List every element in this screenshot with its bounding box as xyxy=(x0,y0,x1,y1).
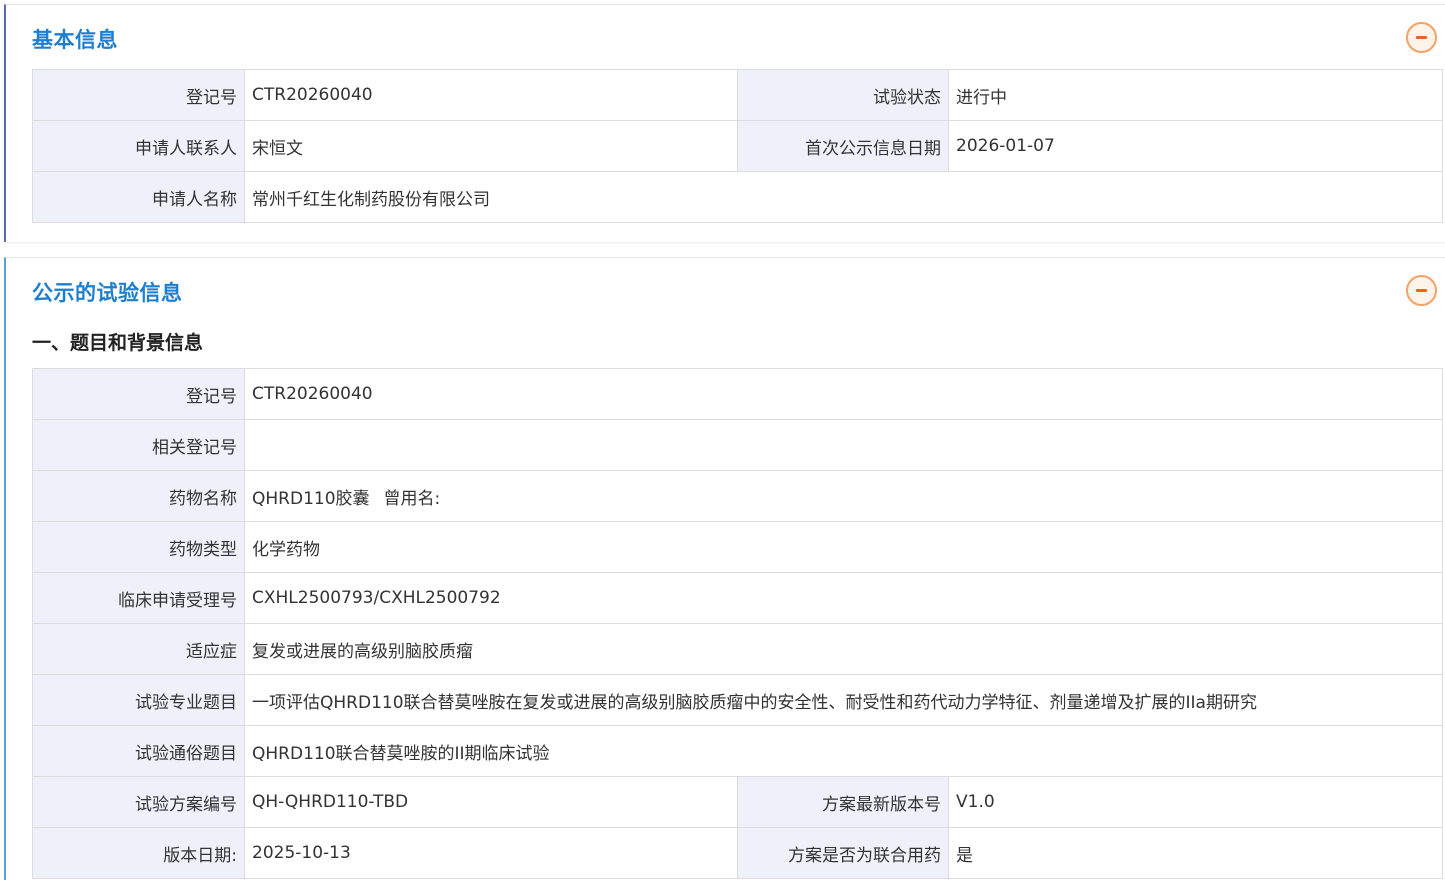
contact-label: 申请人联系人 xyxy=(32,120,245,172)
pro-title-value: 一项评估QHRD110联合替莫唑胺在复发或进展的高级别脑胶质瘤中的安全性、耐受性… xyxy=(243,674,1444,726)
accept-no-value: CXHL2500793/CXHL2500792 xyxy=(243,572,1444,624)
basic-info-collapse-button[interactable] xyxy=(1406,22,1437,53)
former-name-label: 曾用名: xyxy=(383,488,441,509)
table-row: 申请人名称 常州千红生化制药股份有限公司 xyxy=(32,171,1443,223)
pop-title-value: QHRD110联合替莫唑胺的II期临床试验 xyxy=(243,725,1444,777)
table-row: 试验方案编号 QH-QHRD110-TBD 方案最新版本号 V1.0 xyxy=(32,776,1444,828)
public-trial-info-title: 公示的试验信息 xyxy=(32,281,183,305)
first-pub-label: 首次公示信息日期 xyxy=(737,120,949,172)
minus-circle-icon xyxy=(1416,289,1427,292)
trial-info-table: 登记号 CTR20260040 相关登记号 药物名称 QHRD110胶囊 曾用名:… xyxy=(32,368,1444,879)
indication-value: 复发或进展的高级别脑胶质瘤 xyxy=(243,623,1444,675)
table-row: 临床申请受理号 CXHL2500793/CXHL2500792 xyxy=(32,572,1444,624)
contact-value: 宋恒文 xyxy=(244,120,738,172)
table-row: 登记号 CTR20260040 试验状态 进行中 xyxy=(32,69,1443,121)
table-row: 相关登记号 xyxy=(32,419,1444,471)
status-value: 进行中 xyxy=(948,69,1443,121)
version-date-value: 2025-10-13 xyxy=(244,827,738,879)
drug-type-value: 化学药物 xyxy=(243,521,1444,573)
related-reg-no-label: 相关登记号 xyxy=(32,419,245,471)
drug-name-value: QHRD110胶囊 xyxy=(252,488,370,509)
basic-info-title: 基本信息 xyxy=(32,28,118,52)
public-trial-info-collapse-button[interactable] xyxy=(1406,275,1437,306)
applicant-label: 申请人名称 xyxy=(32,171,245,223)
protocol-no-value: QH-QHRD110-TBD xyxy=(244,776,738,828)
basic-info-table: 登记号 CTR20260040 试验状态 进行中 申请人联系人 宋恒文 首次公示… xyxy=(32,69,1443,223)
reg-no-label: 登记号 xyxy=(32,69,245,121)
public-trial-info-panel: 公示的试验信息 一、题目和背景信息 登记号 CTR20260040 相关登记号 … xyxy=(4,257,1445,880)
related-reg-no-value xyxy=(243,419,1444,471)
drug-name-cell: QHRD110胶囊 曾用名: xyxy=(243,470,1444,522)
table-row: 适应症 复发或进展的高级别脑胶质瘤 xyxy=(32,623,1444,675)
pro-title-label: 试验专业题目 xyxy=(32,674,245,726)
reg-no-value: CTR20260040 xyxy=(243,368,1444,420)
version-label: 方案最新版本号 xyxy=(737,776,949,828)
version-value: V1.0 xyxy=(947,776,1444,828)
section-heading-title-background: 一、题目和背景信息 xyxy=(32,332,204,354)
table-row: 药物类型 化学药物 xyxy=(32,521,1444,573)
drug-type-label: 药物类型 xyxy=(32,521,245,573)
applicant-value: 常州千红生化制药股份有限公司 xyxy=(244,171,1443,223)
protocol-no-label: 试验方案编号 xyxy=(32,776,245,828)
drug-name-label: 药物名称 xyxy=(32,470,245,522)
pop-title-label: 试验通俗题目 xyxy=(32,725,245,777)
reg-no-label: 登记号 xyxy=(32,368,245,420)
table-row: 版本日期: 2025-10-13 方案是否为联合用药 是 xyxy=(32,827,1444,879)
combo-label: 方案是否为联合用药 xyxy=(737,827,949,879)
table-row: 申请人联系人 宋恒文 首次公示信息日期 2026-01-07 xyxy=(32,120,1443,172)
reg-no-value: CTR20260040 xyxy=(244,69,738,121)
combo-value: 是 xyxy=(947,827,1444,879)
table-row: 药物名称 QHRD110胶囊 曾用名: xyxy=(32,470,1444,522)
status-label: 试验状态 xyxy=(737,69,949,121)
table-row: 试验通俗题目 QHRD110联合替莫唑胺的II期临床试验 xyxy=(32,725,1444,777)
accept-no-label: 临床申请受理号 xyxy=(32,572,245,624)
table-row: 试验专业题目 一项评估QHRD110联合替莫唑胺在复发或进展的高级别脑胶质瘤中的… xyxy=(32,674,1444,726)
basic-info-panel: 基本信息 登记号 CTR20260040 试验状态 进行中 申请人联系人 宋恒文… xyxy=(4,4,1445,242)
minus-circle-icon xyxy=(1416,36,1427,39)
first-pub-value: 2026-01-07 xyxy=(948,120,1443,172)
table-row: 登记号 CTR20260040 xyxy=(32,368,1444,420)
indication-label: 适应症 xyxy=(32,623,245,675)
version-date-label: 版本日期: xyxy=(32,827,245,879)
